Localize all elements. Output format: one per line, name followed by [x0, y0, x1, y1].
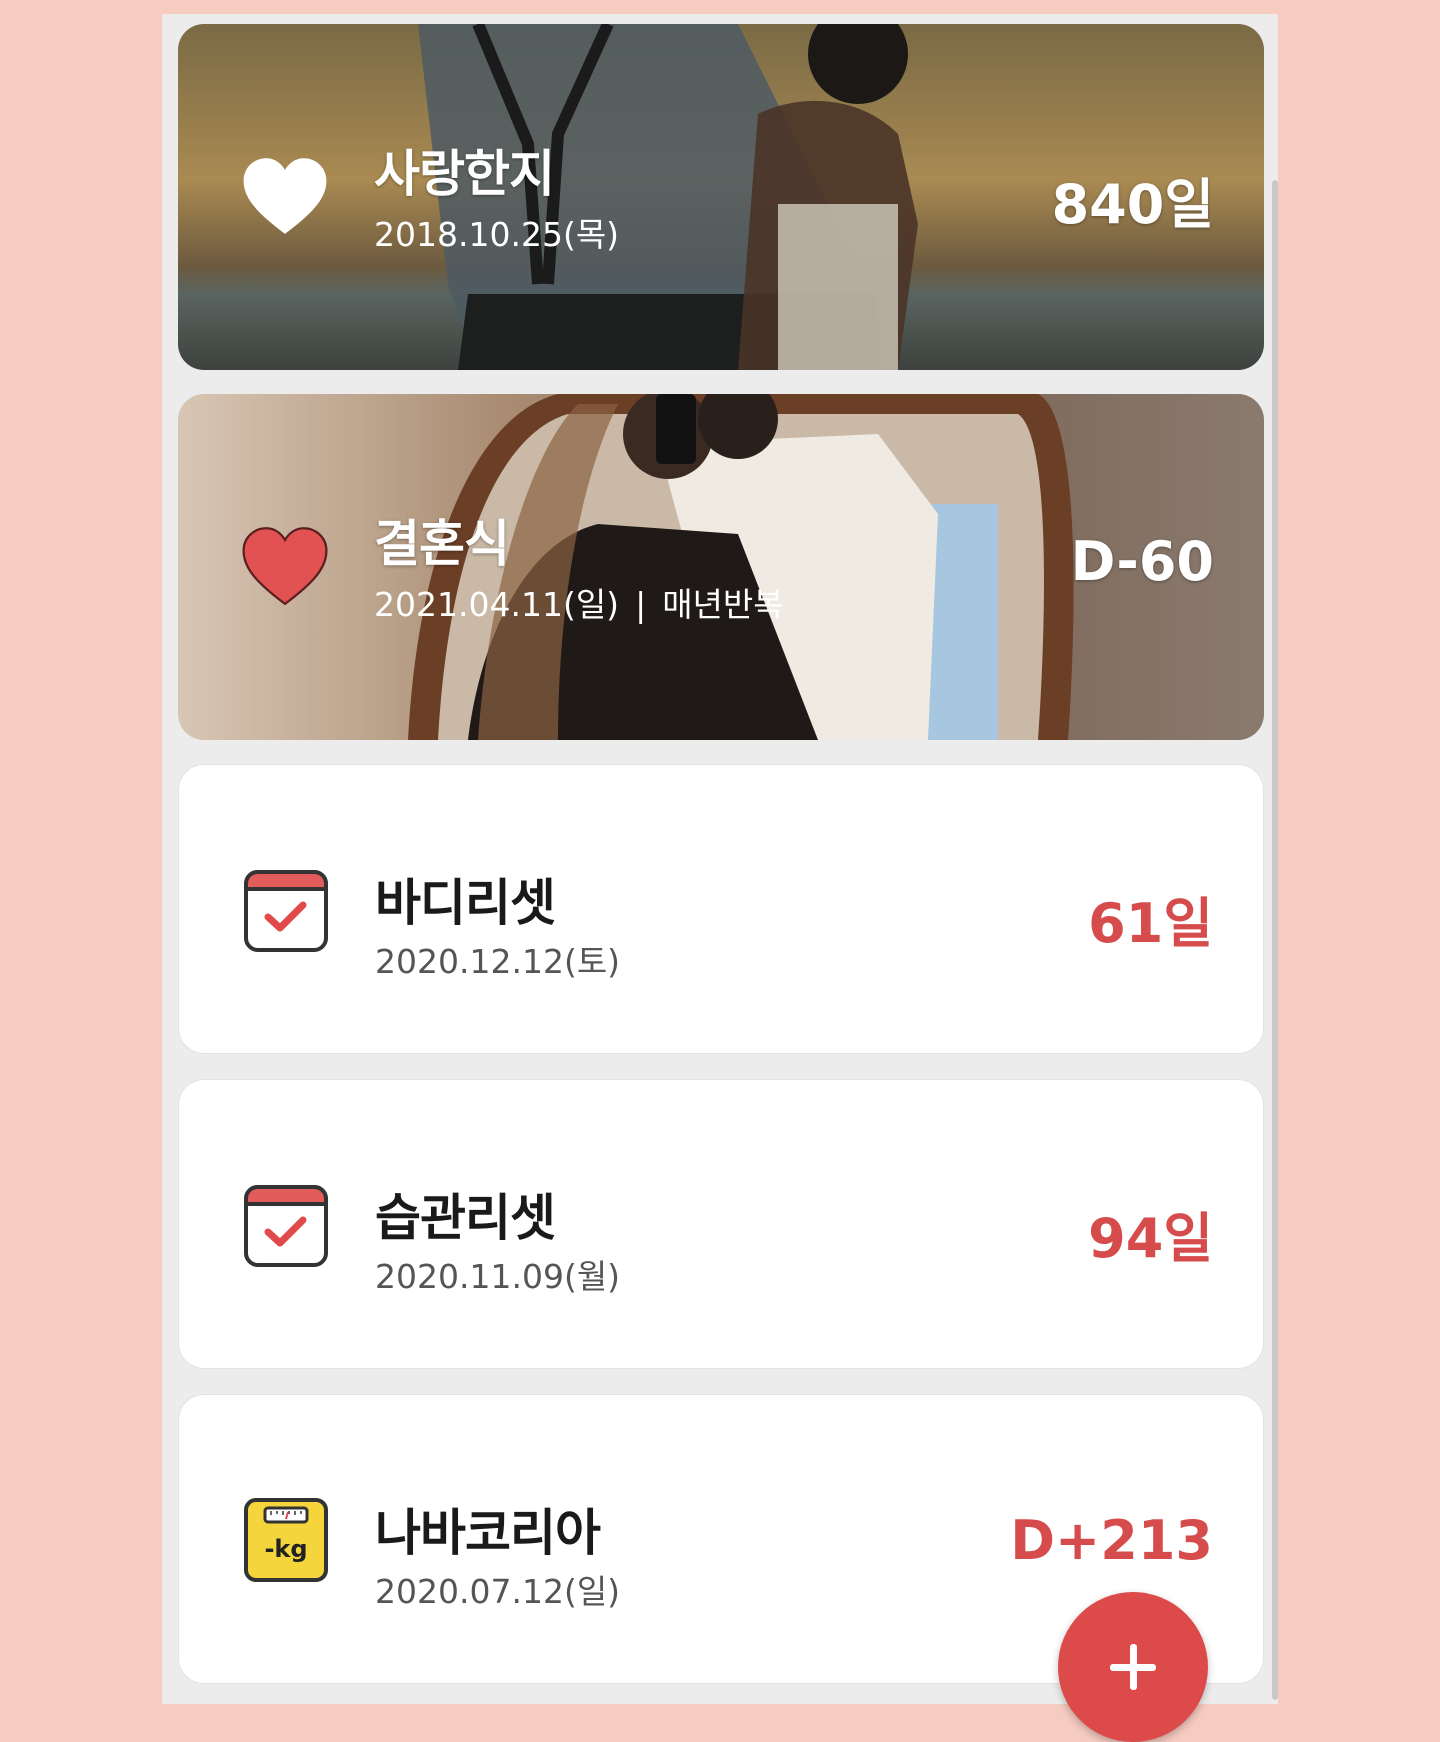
add-event-button[interactable]	[1058, 1592, 1208, 1742]
card-date: 2018.10.25(목)	[374, 215, 620, 254]
dday-card-body-reset[interactable]: 바디리셋 2020.12.12(토) 61일	[178, 764, 1264, 1054]
card-count: 61일	[1088, 892, 1213, 955]
heart-white-icon	[240, 152, 330, 242]
calendar-check-icon	[241, 1180, 331, 1270]
card-subtitle: 2021.04.11(일) | 매년반복	[374, 578, 784, 626]
scrollbar[interactable]	[1272, 180, 1278, 1700]
card-title: 나바코리아	[375, 1504, 601, 1562]
card-count: 840일	[1051, 173, 1214, 236]
card-date: 2020.07.12(일)	[375, 1572, 621, 1611]
card-count: D-60	[1070, 530, 1214, 593]
card-date: 2020.11.09(월)	[375, 1257, 621, 1296]
dday-card-habit-reset[interactable]: 습관리셋 2020.11.09(월) 94일	[178, 1079, 1264, 1369]
dday-card-wedding[interactable]: 결혼식 2021.04.11(일) | 매년반복 D-60	[178, 394, 1264, 740]
app-screen: 사랑한지 2018.10.25(목) 840일 결혼식 2021.04.11(일…	[162, 14, 1278, 1704]
heart-red-icon	[240, 522, 330, 612]
card-title: 바디리셋	[375, 874, 556, 932]
dday-card-love[interactable]: 사랑한지 2018.10.25(목) 840일	[178, 24, 1264, 370]
card-date: 2020.12.12(토)	[375, 942, 621, 981]
card-title: 습관리셋	[375, 1189, 556, 1247]
scale-kg-icon: -kg	[241, 1495, 331, 1585]
card-title: 결혼식	[374, 515, 510, 573]
card-date: 2021.04.11(일)	[374, 585, 620, 624]
card-title: 사랑한지	[374, 145, 555, 203]
separator: |	[635, 585, 647, 624]
scale-kg-label: -kg	[264, 1535, 307, 1563]
card-repeat-label: 매년반복	[662, 585, 784, 624]
card-count: 94일	[1088, 1207, 1213, 1270]
card-count: D+213	[1010, 1509, 1213, 1572]
calendar-check-icon	[241, 865, 331, 955]
